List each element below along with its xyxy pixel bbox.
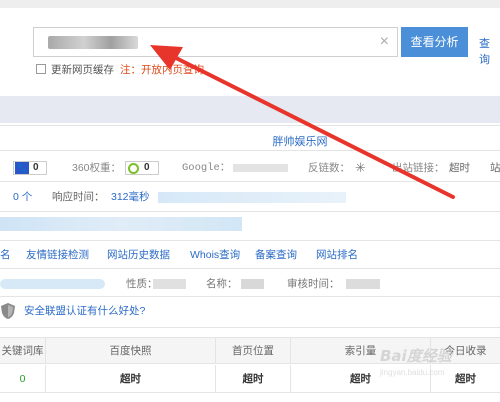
- seo-table: 关键词库 百度快照 首页位置 索引量 今日收录 0 超时 超时 超时 超时: [0, 337, 500, 394]
- blurred-value: [233, 164, 288, 172]
- divider: [0, 211, 500, 212]
- divider: [0, 150, 500, 151]
- divider: [0, 327, 500, 328]
- blurred-url: [48, 36, 138, 49]
- backlinks-label: 反链数：: [308, 162, 350, 174]
- baidu-weight-value: 0: [33, 162, 39, 173]
- link-count[interactable]: 0 个: [13, 187, 32, 207]
- table-cell[interactable]: 0: [0, 365, 45, 392]
- q360-weight-badge[interactable]: 0: [125, 161, 159, 175]
- blurred-value: [241, 279, 264, 289]
- table-cell: 超时: [430, 365, 500, 392]
- icp-info-row: 性质： 名称： 审核时间：: [0, 276, 500, 292]
- divider: [0, 296, 500, 297]
- top-strip: [0, 0, 500, 8]
- response-time-label: 响应时间：: [52, 191, 105, 203]
- baidu-paw-icon: 🐾: [15, 162, 29, 174]
- table-header-cell: 关键词库: [1, 345, 44, 357]
- divider: [0, 268, 500, 269]
- tool-link-history[interactable]: 网站历史数据: [107, 246, 170, 264]
- tools-nav: 名 友情链接检测 网站历史数据 Whois查询 备案查询 网站排名: [0, 246, 500, 264]
- table-cell: 超时: [290, 365, 430, 392]
- response-row: 0 个 响应时间： 312毫秒: [0, 187, 500, 207]
- tool-link-rank[interactable]: 名: [0, 246, 11, 264]
- tool-link-site-rank[interactable]: 网站排名: [316, 246, 358, 264]
- tool-link-friend-check[interactable]: 友情链接检测: [26, 246, 89, 264]
- table-header: 关键词库 百度快照 首页位置 索引量 今日收录: [0, 338, 500, 364]
- shield-icon: [1, 303, 15, 319]
- clear-icon[interactable]: ×: [380, 33, 389, 51]
- table-cell: 超时: [45, 365, 215, 392]
- safety-alliance-link[interactable]: 安全联盟认证有什么好处?: [24, 303, 145, 319]
- tool-link-icp[interactable]: 备案查询: [255, 246, 297, 264]
- header-band: [0, 96, 500, 123]
- divider: [0, 181, 500, 182]
- table-header-cell: 索引量: [290, 338, 430, 363]
- divider: [0, 125, 500, 126]
- query-link[interactable]: 查询: [479, 35, 500, 67]
- table-cell: 超时: [215, 365, 290, 392]
- divider: [0, 240, 500, 241]
- metrics-row: 🐾 0 360权重： 0 Google： 反链数： ✳ 出站链接： 超时 站: [0, 158, 500, 178]
- loading-spinner-icon: ✳: [355, 160, 366, 175]
- trailing-label: 站: [490, 162, 500, 174]
- cache-option: 更新网页缓存 注：开放内页查询: [36, 62, 204, 76]
- blurred-value: [0, 217, 242, 231]
- google-label: Google：: [182, 162, 231, 174]
- update-cache-checkbox[interactable]: [36, 64, 46, 74]
- blurred-value: [0, 279, 105, 289]
- blurred-value: [158, 192, 346, 203]
- cache-note: 注：开放内页查询: [120, 63, 204, 76]
- baidu-weight-badge[interactable]: 🐾 0: [13, 161, 47, 175]
- tool-link-whois[interactable]: Whois查询: [190, 246, 240, 264]
- blurred-value: [153, 279, 186, 289]
- search-box[interactable]: ×: [33, 27, 398, 57]
- table-header-cell: 首页位置: [215, 338, 290, 363]
- q360-weight-value: 0: [144, 162, 150, 173]
- name-label: 名称：: [206, 278, 238, 290]
- response-time-value: 312毫秒: [111, 191, 150, 203]
- audit-time-label: 审核时间：: [287, 278, 340, 290]
- q360-icon: [128, 162, 139, 174]
- outlinks-value: 超时: [449, 162, 470, 174]
- blurred-value: [346, 279, 380, 289]
- site-title[interactable]: 胖帅娱乐网: [0, 133, 500, 149]
- outlinks-label: 出站链接：: [392, 162, 445, 174]
- q360-label: 360权重：: [72, 162, 122, 174]
- table-header-cell: 今日收录: [430, 338, 500, 363]
- table-row: 0 超时 超时 超时 超时: [0, 365, 500, 393]
- table-header-cell: 百度快照: [45, 338, 215, 363]
- update-cache-label: 更新网页缓存: [51, 63, 114, 76]
- analyze-button[interactable]: 查看分析: [401, 27, 468, 57]
